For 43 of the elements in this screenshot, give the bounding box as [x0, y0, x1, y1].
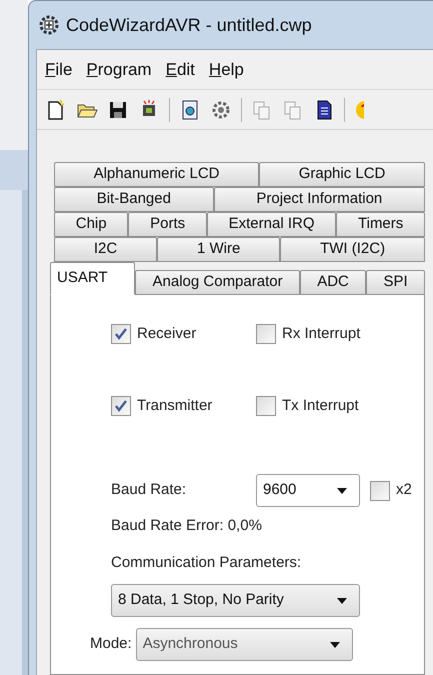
window-title: CodeWizardAVR - untitled.cwp: [66, 14, 312, 37]
menu-item[interactable]: Edit: [166, 56, 195, 82]
tab[interactable]: Ports: [128, 212, 207, 237]
gear-chip-logo-icon: [38, 14, 60, 36]
baud-rate-field[interactable]: 9600: [256, 474, 360, 507]
checkbox-label: Transmitter: [137, 396, 212, 416]
tab[interactable]: Bit-Banged: [54, 187, 214, 212]
tab[interactable]: Timers: [336, 212, 426, 237]
baud-rate-error-text: Baud Rate Error: 0,0%: [111, 516, 263, 536]
tab[interactable]: USART: [50, 262, 136, 295]
tab[interactable]: I2C: [54, 237, 158, 262]
baud-rate-label: Baud Rate:: [111, 480, 188, 500]
checkbox-label: Rx Interrupt: [282, 324, 360, 344]
checkbox[interactable]: [256, 324, 276, 344]
dropdown-caret-icon: [337, 598, 347, 604]
mode-dropdown[interactable]: Asynchronous: [136, 628, 353, 661]
tab[interactable]: Graphic LCD: [259, 162, 425, 187]
checkbox-label: x2: [396, 480, 412, 500]
tab[interactable]: Analog Comparator: [135, 270, 300, 295]
tab[interactable]: Alphanumeric LCD: [54, 162, 260, 187]
menu-item[interactable]: File: [45, 56, 72, 82]
menu-item[interactable]: Program: [86, 56, 152, 82]
dropdown-caret-icon: [337, 488, 347, 494]
tab[interactable]: Project Information: [214, 187, 426, 212]
checkbox[interactable]: [256, 396, 276, 416]
checkbox-label: Receiver: [137, 324, 196, 344]
tab[interactable]: SPI: [366, 270, 426, 295]
help-icon[interactable]: [354, 98, 364, 120]
dropdown-caret-icon: [330, 642, 340, 648]
tab[interactable]: ADC: [300, 270, 366, 295]
tab[interactable]: Chip: [54, 212, 128, 237]
communication-parameters-dropdown[interactable]: 8 Data, 1 Stop, No Parity: [111, 584, 360, 617]
checkbox[interactable]: [370, 480, 390, 500]
checkbox-label: Tx Interrupt: [282, 396, 359, 416]
tab[interactable]: 1 Wire: [157, 237, 280, 262]
checkbox[interactable]: [111, 396, 131, 416]
menu-item[interactable]: Help: [208, 56, 244, 82]
communication-parameters-label: Communication Parameters:: [111, 552, 302, 572]
mode-label: Mode:: [90, 634, 132, 654]
tab[interactable]: External IRQ: [206, 212, 336, 237]
gear-icon[interactable]: [210, 98, 232, 120]
tab[interactable]: TWI (I2C): [280, 237, 425, 262]
checkbox[interactable]: [111, 324, 131, 344]
